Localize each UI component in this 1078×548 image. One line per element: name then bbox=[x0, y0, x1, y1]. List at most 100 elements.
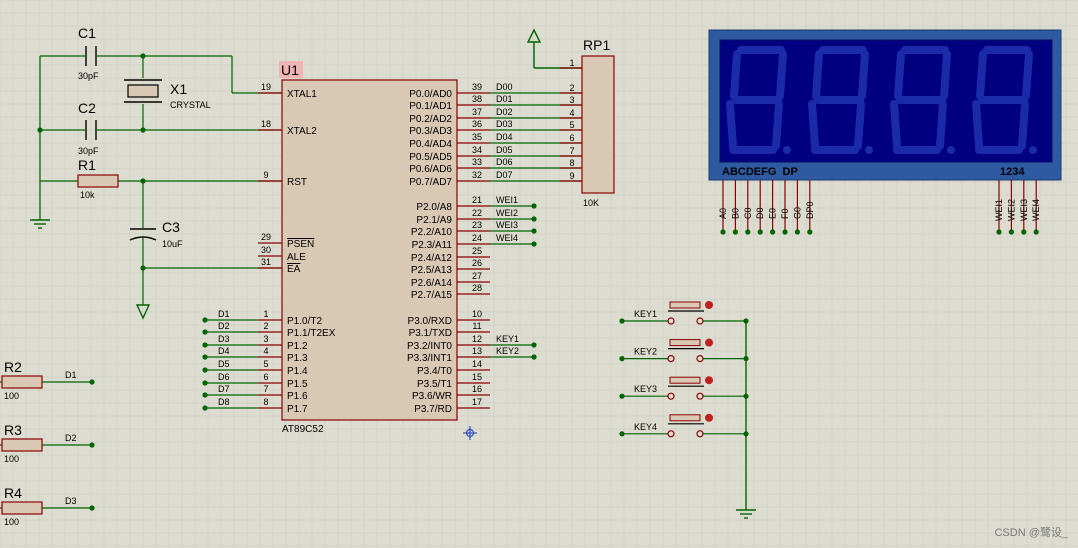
p3-net-label: KEY2 bbox=[496, 346, 519, 356]
digit-segment bbox=[808, 100, 819, 150]
digit-segment bbox=[858, 50, 869, 100]
wire-end-dot bbox=[202, 342, 208, 348]
wire-end-dot bbox=[89, 505, 95, 511]
display-segment-label: ABCDEFG DP bbox=[722, 166, 798, 178]
mcu-pin-name: P3.6/WR bbox=[412, 391, 452, 402]
mcu-pin-number: 7 bbox=[263, 384, 268, 394]
mcu-pin-name: XTAL1 bbox=[287, 89, 317, 100]
mcu-pin-number: 36 bbox=[472, 119, 482, 129]
led-resistor-value: 100 bbox=[4, 517, 19, 527]
key-buttons: KEY1 KEY2 KEY3 KEY4 bbox=[619, 301, 749, 438]
key-button-cap[interactable] bbox=[669, 414, 701, 422]
mcu-pin-name: P1.2 bbox=[287, 341, 308, 352]
mcu-pin-name: P2.6/A14 bbox=[411, 278, 453, 289]
mcu-pin-number: 18 bbox=[261, 119, 271, 129]
display-seg-pin-label: DP0 bbox=[805, 201, 815, 219]
wire-end-dot bbox=[202, 354, 208, 360]
mcu-pin-number: 8 bbox=[263, 397, 268, 407]
resistor-r2[interactable] bbox=[1, 375, 43, 389]
mcu-pin-name: P2.0/A8 bbox=[416, 202, 452, 213]
key-button-cap[interactable] bbox=[669, 301, 701, 309]
rp1-value: 10K bbox=[583, 198, 599, 208]
wire-end-dot bbox=[89, 442, 95, 448]
key-contact bbox=[667, 355, 675, 363]
key-button-cap[interactable] bbox=[669, 376, 701, 384]
wire-end-dot bbox=[807, 229, 813, 235]
digit-dot bbox=[1029, 146, 1037, 154]
mcu-pin-name: P2.5/A13 bbox=[411, 265, 453, 276]
mcu-pin-name: P2.3/A11 bbox=[412, 240, 453, 251]
p2-net-label: WEI3 bbox=[496, 220, 518, 230]
mcu-pin-number: 37 bbox=[472, 107, 482, 117]
mcu-pin-name: PSEN bbox=[287, 239, 314, 250]
p1-net-label: D5 bbox=[218, 359, 230, 369]
mcu-pin-number: 9 bbox=[263, 170, 268, 180]
display-seg-pin-label: A0 bbox=[718, 208, 728, 219]
rp1-pins: 1 2 3 4 5 6 7 8 9 bbox=[560, 58, 582, 182]
wire-end-dot bbox=[770, 229, 776, 235]
p1-net-label: D8 bbox=[218, 397, 230, 407]
digit-segment bbox=[812, 50, 823, 100]
wire-end-dot bbox=[531, 354, 537, 360]
mcu-pin-number: 39 bbox=[472, 82, 482, 92]
resistor-r4[interactable] bbox=[1, 501, 43, 515]
resistor-r1[interactable] bbox=[77, 174, 119, 188]
wire-end-dot bbox=[202, 329, 208, 335]
mcu-pin-name: P3.0/RXD bbox=[408, 316, 452, 327]
key-button-cap[interactable] bbox=[669, 339, 701, 347]
mcu-pin-number: 23 bbox=[472, 220, 482, 230]
c1-ref: C1 bbox=[78, 25, 96, 41]
c1-value: 30pF bbox=[78, 71, 99, 81]
mcu-pin-name: P3.3/INT1 bbox=[407, 353, 452, 364]
key-net-label: KEY1 bbox=[634, 309, 657, 319]
mcu-pin-name: P1.0/T2 bbox=[287, 316, 322, 327]
p0-net-label: D06 bbox=[496, 157, 513, 167]
display-com-pin-label: WEI4 bbox=[1031, 199, 1041, 221]
p2-net-label: WEI1 bbox=[496, 195, 518, 205]
rp1-pin-number: 9 bbox=[569, 171, 574, 181]
mcu-pin-name: P1.7 bbox=[287, 404, 308, 415]
rp1-pin-number: 1 bbox=[569, 58, 574, 68]
mcu-pin-name: P2.7/A15 bbox=[411, 290, 453, 301]
digit-segment bbox=[772, 100, 783, 150]
led-net-label: D3 bbox=[65, 496, 77, 506]
wire-end-dot bbox=[996, 229, 1002, 235]
key-indicator-dot bbox=[705, 376, 713, 385]
mcu-pin-number: 13 bbox=[472, 346, 482, 356]
resistor-r3[interactable] bbox=[1, 438, 43, 452]
key-contact bbox=[667, 317, 675, 325]
digit-dot bbox=[947, 146, 955, 154]
mcu-pin-number: 28 bbox=[472, 283, 482, 293]
mcu-pin-number: 24 bbox=[472, 233, 482, 243]
wire-end-dot bbox=[1008, 229, 1015, 235]
u1-part: AT89C52 bbox=[282, 424, 324, 435]
mcu-pin-name: P3.4/T0 bbox=[417, 366, 452, 377]
key-indicator-dot bbox=[705, 338, 713, 347]
mcu-pin-name: P3.2/INT0 bbox=[407, 341, 452, 352]
mcu-pin-name: P3.7/RD bbox=[414, 404, 452, 415]
key-net-label: KEY2 bbox=[634, 347, 657, 357]
mcu-pin-number: 27 bbox=[472, 271, 482, 281]
p2-net-label: WEI4 bbox=[496, 233, 518, 243]
p1-net-label: D1 bbox=[218, 309, 230, 319]
mcu-pin-name: P2.1/A9 bbox=[416, 215, 452, 226]
led-resistors: R2 100 D1 R3 100 D2 R4 100 D3 bbox=[0, 359, 95, 527]
digit-segment bbox=[776, 50, 787, 100]
wire-end-dot bbox=[1033, 229, 1039, 235]
seven-segment-display[interactable] bbox=[708, 29, 1062, 181]
mcu-pin-number: 5 bbox=[263, 359, 268, 369]
display-seg-pin-label: C0 bbox=[743, 207, 753, 219]
mcu-pin-name: XTAL2 bbox=[287, 126, 317, 137]
wire-end-dot bbox=[782, 229, 788, 235]
r1-ref: R1 bbox=[78, 157, 96, 173]
digit-segment bbox=[854, 100, 865, 150]
mcu-pin-number: 31 bbox=[261, 257, 271, 267]
digit-segment bbox=[890, 100, 901, 150]
resistor-network-rp1[interactable] bbox=[581, 55, 615, 194]
p0-net-label: D04 bbox=[496, 132, 513, 142]
mcu-pin-name: P0.0/AD0 bbox=[409, 89, 452, 100]
key-net-label: KEY3 bbox=[634, 384, 657, 394]
wire-end-dot bbox=[1021, 229, 1027, 235]
p1-net-label: D4 bbox=[218, 346, 230, 356]
wire-end-dot bbox=[720, 229, 726, 235]
